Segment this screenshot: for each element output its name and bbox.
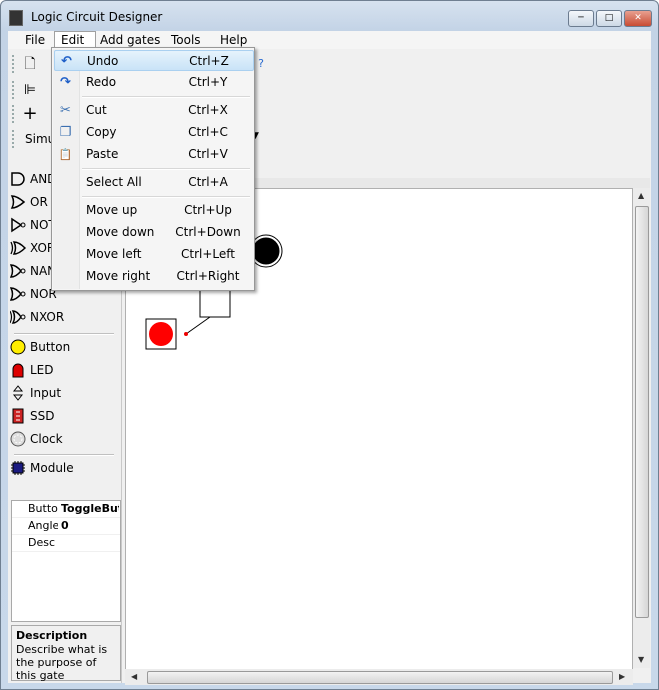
menu-separator bbox=[82, 96, 250, 98]
io-input[interactable]: Input bbox=[10, 383, 118, 403]
window-title: Logic Circuit Designer bbox=[31, 10, 163, 24]
toggle-button-on[interactable] bbox=[149, 322, 173, 346]
paste-icon: 📋 bbox=[58, 148, 73, 161]
edit-menu-dropdown: ↶ Undo Ctrl+Z ↷ Redo Ctrl+Y ✂ Cut Ctrl+X… bbox=[51, 47, 255, 291]
menu-item-move-up[interactable]: Move up Ctrl+Up bbox=[54, 200, 252, 221]
scroll-left-icon[interactable]: ◀ bbox=[131, 672, 137, 681]
nxor-gate-icon bbox=[10, 310, 26, 324]
copy-icon: ❐ bbox=[59, 125, 72, 140]
menu-separator bbox=[82, 168, 250, 170]
horizontal-scrollbar[interactable]: ◀ ▶ bbox=[125, 669, 633, 685]
menu-item-move-left[interactable]: Move left Ctrl+Left bbox=[54, 244, 252, 265]
xor-gate-icon bbox=[10, 241, 26, 255]
ssd-icon bbox=[12, 408, 24, 424]
description-title: Description bbox=[16, 629, 88, 642]
redo-icon: ↷ bbox=[60, 75, 71, 90]
scroll-up-icon[interactable]: ▲ bbox=[638, 191, 644, 200]
gate-component[interactable] bbox=[199, 288, 231, 318]
add-icon[interactable]: + bbox=[20, 104, 40, 124]
menu-item-redo[interactable]: ↷ Redo Ctrl+Y bbox=[54, 72, 252, 93]
or-gate-icon bbox=[10, 195, 26, 209]
and-gate-icon bbox=[11, 172, 25, 186]
io-clock[interactable]: Clock bbox=[10, 429, 118, 449]
led-icon bbox=[12, 363, 24, 378]
nand-gate-icon bbox=[10, 264, 26, 278]
property-row[interactable]: Desc bbox=[12, 535, 120, 552]
vertical-scroll-thumb[interactable] bbox=[635, 206, 649, 618]
toolbar-grip[interactable] bbox=[12, 81, 17, 99]
menu-item-paste[interactable]: 📋 Paste Ctrl+V bbox=[54, 144, 252, 165]
menu-item-copy[interactable]: ❐ Copy Ctrl+C bbox=[54, 122, 252, 143]
menu-item-move-right[interactable]: Move right Ctrl+Right bbox=[54, 266, 252, 287]
menu-item-move-down[interactable]: Move down Ctrl+Down bbox=[54, 222, 252, 243]
menu-item-cut[interactable]: ✂ Cut Ctrl+X bbox=[54, 100, 252, 121]
button-icon bbox=[10, 339, 26, 355]
gate-nxor[interactable]: NXOR bbox=[10, 307, 118, 327]
description-panel: Description Describe what is the purpose… bbox=[11, 625, 121, 682]
clock-icon bbox=[10, 431, 26, 447]
menu-add-gates[interactable]: Add gates bbox=[97, 33, 163, 47]
menu-item-undo[interactable]: ↶ Undo Ctrl+Z bbox=[54, 50, 254, 71]
palette-separator bbox=[14, 333, 114, 335]
menu-separator bbox=[82, 196, 250, 198]
palette-separator bbox=[14, 454, 114, 456]
nor-gate-icon bbox=[10, 287, 26, 301]
input-arrows-icon bbox=[12, 385, 24, 401]
wire[interactable] bbox=[185, 316, 211, 335]
wire-junction bbox=[184, 332, 188, 336]
not-gate-icon bbox=[11, 217, 26, 233]
description-text: Describe what is the purpose of this gat… bbox=[16, 643, 108, 682]
io-led[interactable]: LED bbox=[10, 360, 118, 380]
property-row[interactable]: Angle 0 bbox=[12, 518, 120, 535]
menu-file[interactable]: File bbox=[22, 33, 48, 47]
toolbar-grip[interactable] bbox=[12, 130, 17, 148]
close-button[interactable]: ✕ bbox=[624, 10, 652, 27]
module-chip-icon bbox=[11, 461, 25, 475]
horizontal-scroll-thumb[interactable] bbox=[147, 671, 613, 684]
undo-icon: ↶ bbox=[61, 54, 72, 69]
vertical-scrollbar[interactable]: ▲ ▼ bbox=[633, 188, 650, 668]
menu-item-select-all[interactable]: Select All Ctrl+A bbox=[54, 172, 252, 193]
menu-tools[interactable]: Tools bbox=[168, 33, 204, 47]
led-off-component[interactable] bbox=[252, 237, 280, 265]
scroll-down-icon[interactable]: ▼ bbox=[638, 655, 644, 664]
module-item[interactable]: Module bbox=[10, 458, 118, 478]
io-button[interactable]: Button bbox=[10, 337, 118, 357]
align-left-icon[interactable]: ⊫ bbox=[20, 80, 40, 100]
toolbar-grip[interactable] bbox=[12, 105, 17, 123]
app-icon bbox=[9, 10, 23, 26]
maximize-button[interactable]: □ bbox=[596, 10, 622, 27]
io-ssd[interactable]: SSD bbox=[10, 406, 118, 426]
toolbar-grip[interactable] bbox=[12, 55, 17, 73]
scroll-right-icon[interactable]: ▶ bbox=[619, 672, 625, 681]
menu-help[interactable]: Help bbox=[217, 33, 250, 47]
scissors-icon: ✂ bbox=[60, 103, 71, 118]
property-grid[interactable]: Butto ToggleBut Angle 0 Desc bbox=[11, 500, 121, 622]
title-bar: Logic Circuit Designer ─ □ ✕ bbox=[1, 1, 658, 31]
property-row[interactable]: Butto ToggleBut bbox=[12, 501, 120, 518]
minimize-button[interactable]: ─ bbox=[568, 10, 594, 27]
new-file-icon[interactable]: 🗋 bbox=[20, 54, 40, 74]
